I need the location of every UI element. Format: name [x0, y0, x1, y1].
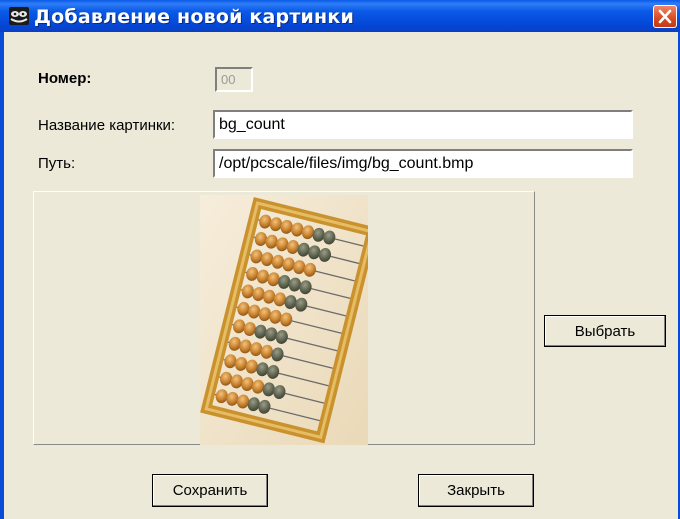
title-bar[interactable]: Добавление новой картинки	[0, 0, 680, 32]
path-label: Путь:	[38, 155, 76, 172]
window-app-icon	[9, 7, 29, 25]
number-label: Номер:	[38, 70, 92, 87]
close-icon	[658, 9, 672, 24]
save-button[interactable]: Сохранить	[152, 474, 268, 507]
close-button[interactable]: Закрыть	[418, 474, 534, 507]
image-preview-panel	[33, 191, 535, 445]
abacus-image	[200, 195, 368, 445]
window-title: Добавление новой картинки	[34, 6, 354, 28]
dialog-window: Добавление новой картинки Номер: Названи…	[0, 0, 680, 519]
picture-name-label: Название картинки:	[38, 117, 176, 134]
choose-button[interactable]: Выбрать	[544, 315, 666, 347]
picture-name-input[interactable]	[213, 110, 633, 139]
number-field	[215, 67, 253, 92]
window-frame-left	[0, 32, 4, 519]
close-window-button[interactable]	[653, 5, 677, 28]
path-input[interactable]	[213, 149, 633, 178]
